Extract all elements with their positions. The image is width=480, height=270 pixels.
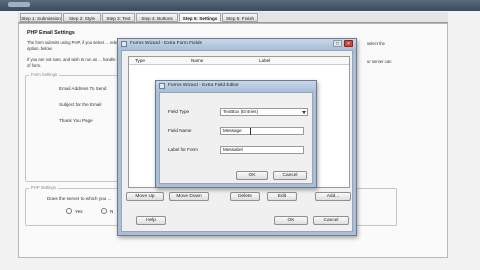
- field-name-label: Field Name: [168, 128, 192, 133]
- editor-ok-button[interactable]: OK: [236, 171, 268, 180]
- text-cursor-icon: [250, 128, 251, 135]
- radio-yes-label: Yes: [75, 209, 83, 214]
- move-down-button[interactable]: Move Down: [169, 192, 209, 201]
- right-text-1: select the: [367, 41, 385, 46]
- field-type-value: TextBox (Entries): [223, 109, 258, 114]
- window-icon: [159, 83, 165, 89]
- page-title: PHP Email Settings: [27, 30, 75, 36]
- field-editor-title: Forms Wizard - Extra Field Editor: [168, 83, 239, 88]
- column-type[interactable]: Type: [135, 58, 145, 63]
- help-button[interactable]: Help: [136, 216, 166, 225]
- tab-step6-finish[interactable]: Step 6: Finish: [222, 13, 258, 22]
- label-for-form-label: Label for Form: [168, 147, 198, 152]
- label-for-form-input[interactable]: Messabel: [220, 146, 304, 154]
- chevron-down-icon: [302, 111, 306, 114]
- right-text-2: ur server can: [367, 59, 392, 64]
- tab-step5-settings[interactable]: Step 5: Settings: [179, 13, 221, 22]
- app-top-bar: [0, 0, 480, 11]
- tab-step2-style[interactable]: Step 2: Style: [63, 13, 101, 22]
- close-icon[interactable]: ×: [344, 40, 353, 47]
- cancel-button[interactable]: Cancel: [313, 216, 349, 225]
- field-name-input[interactable]: Message: [220, 127, 304, 135]
- email-subject-label: Subject for the Email: [59, 102, 102, 107]
- tab-step3-text[interactable]: Step 3: Text: [102, 13, 135, 22]
- fields-list-header: Type Name Label: [129, 57, 349, 65]
- email-address-label: Email Address To Send: [59, 86, 107, 91]
- field-editor-titlebar: Forms Wizard - Extra Field Editor: [156, 81, 316, 91]
- radio-yes[interactable]: [66, 208, 72, 214]
- delete-button[interactable]: Delete: [230, 192, 260, 201]
- form-settings-label: Form Settings: [29, 72, 60, 77]
- extra-fields-titlebar: Forms Wizard - Extra Form Fields □ ×: [118, 39, 356, 49]
- tab-step1-submission[interactable]: Step 1: Submission: [20, 13, 62, 22]
- thank-you-page-label: Thank You Page: [59, 118, 93, 123]
- tab-step4-buttons[interactable]: Step 4: Buttons: [136, 13, 178, 22]
- app-logo: [8, 2, 30, 7]
- column-label[interactable]: Label: [259, 58, 270, 63]
- php-settings-label: PHP Settings: [29, 185, 58, 190]
- field-type-label: Field Type: [168, 109, 190, 114]
- radio-no-label: N: [110, 209, 114, 214]
- extra-field-editor-dialog: Forms Wizard - Extra Field Editor Field …: [155, 80, 317, 188]
- editor-cancel-button[interactable]: Cancel: [273, 171, 307, 180]
- step-tabs: Step 1: Submission Step 2: Style Step 3:…: [18, 12, 448, 23]
- add-button[interactable]: Add...: [315, 192, 351, 201]
- window-icon: [121, 41, 127, 47]
- field-editor-body: Field Type TextBox (Entries) Field Name …: [159, 92, 313, 184]
- radio-no[interactable]: [101, 208, 107, 214]
- edit-button[interactable]: Edit: [267, 192, 297, 201]
- extra-fields-title: Forms Wizard - Extra Form Fields: [130, 41, 202, 46]
- field-type-select[interactable]: TextBox (Entries): [220, 108, 308, 116]
- column-name[interactable]: Name: [191, 58, 203, 63]
- maximize-icon[interactable]: □: [333, 40, 342, 47]
- server-question: Does the server to which you ...: [47, 196, 112, 201]
- ok-button[interactable]: OK: [274, 216, 308, 225]
- move-up-button[interactable]: Move Up: [126, 192, 164, 201]
